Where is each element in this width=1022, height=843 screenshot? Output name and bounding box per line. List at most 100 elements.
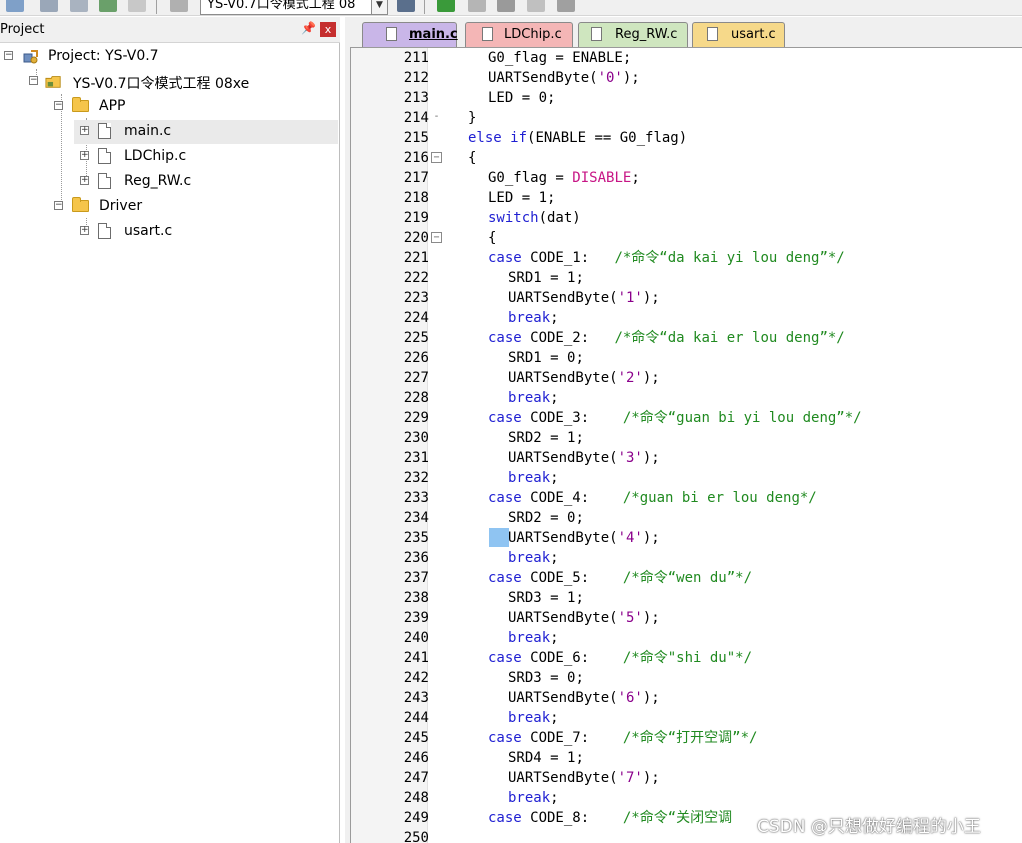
code-token: (dat) bbox=[538, 210, 581, 226]
tab-main-c[interactable]: main.c bbox=[362, 22, 458, 47]
code-editor[interactable]: 211 G0_flag = ENABLE; 212 UARTSendByte('0')… bbox=[350, 47, 1022, 843]
code-token: ); bbox=[642, 450, 660, 466]
expand-toggle[interactable]: + bbox=[80, 126, 89, 135]
line-number: 229 bbox=[403, 410, 429, 426]
chevron-down-icon[interactable]: ▼ bbox=[372, 0, 388, 15]
code-line[interactable]: 244 break; bbox=[351, 708, 1022, 728]
code-line[interactable]: 211 G0_flag = ENABLE; bbox=[351, 48, 1022, 68]
expand-toggle[interactable]: + bbox=[80, 151, 89, 160]
rebuild-icon[interactable] bbox=[40, 0, 58, 12]
code-line[interactable]: 242 SRD3 = 0; bbox=[351, 668, 1022, 688]
code-line[interactable]: 247 UARTSendByte('7'); bbox=[351, 768, 1022, 788]
tree-item-file[interactable]: + usart.c bbox=[74, 220, 338, 244]
close-panel-button[interactable]: x bbox=[320, 22, 336, 37]
code-line[interactable]: 221 case CODE_1: /*命令“da kai yi lou deng”… bbox=[351, 248, 1022, 268]
code-line[interactable]: 234 SRD2 = 0; bbox=[351, 508, 1022, 528]
code-line[interactable]: 235 UARTSendByte('4'); bbox=[351, 528, 1022, 548]
fold-toggle[interactable]: − bbox=[431, 232, 442, 243]
stop-build-icon[interactable] bbox=[99, 0, 117, 12]
tab-usart-c[interactable]: usart.c bbox=[692, 22, 785, 47]
target-folder-icon bbox=[45, 76, 61, 88]
tree-item-driver-group[interactable]: − Driver bbox=[0, 195, 340, 219]
code-token: ); bbox=[622, 70, 640, 86]
code-line[interactable]: 218 LED = 1; bbox=[351, 188, 1022, 208]
manage-components-icon[interactable] bbox=[397, 0, 415, 12]
code-line[interactable]: 212 UARTSendByte('0'); bbox=[351, 68, 1022, 88]
line-number: 237 bbox=[403, 570, 429, 586]
expand-toggle[interactable]: + bbox=[80, 176, 89, 185]
code-line[interactable]: 231 UARTSendByte('3'); bbox=[351, 448, 1022, 468]
code-line[interactable]: 219 switch(dat) bbox=[351, 208, 1022, 228]
project-window-icon[interactable] bbox=[437, 0, 455, 12]
line-number: 219 bbox=[403, 210, 429, 226]
code-token: ; bbox=[575, 590, 584, 606]
code-line[interactable]: 243 UARTSendByte('6'); bbox=[351, 688, 1022, 708]
settings-icon[interactable] bbox=[557, 0, 575, 12]
code-line[interactable]: 214-} bbox=[351, 108, 1022, 128]
comment: /*命令“guan bi yi lou deng”*/ bbox=[622, 410, 862, 426]
batch-build-icon[interactable] bbox=[70, 0, 88, 12]
code-text: LED = 1; bbox=[488, 188, 555, 208]
line-number: 225 bbox=[403, 330, 429, 346]
code-line[interactable]: 240 break; bbox=[351, 628, 1022, 648]
line-number: 213 bbox=[403, 90, 429, 106]
target-select[interactable]: YS-V0.7口令模式工程 08 bbox=[200, 0, 372, 15]
templates-window-icon[interactable] bbox=[527, 0, 545, 12]
expand-toggle[interactable]: + bbox=[80, 226, 89, 235]
code-line[interactable]: 229 case CODE_3: /*命令“guan bi yi lou deng… bbox=[351, 408, 1022, 428]
collapse-toggle[interactable]: − bbox=[54, 201, 63, 210]
tree-item-target[interactable]: − YS-V0.7口令模式工程 08xe bbox=[0, 70, 340, 94]
collapse-toggle[interactable]: − bbox=[54, 101, 63, 110]
code-line[interactable]: 228 break; bbox=[351, 388, 1022, 408]
keyword: switch bbox=[488, 210, 539, 226]
code-line[interactable]: 245 case CODE_7: /*命令“打开空调”*/ bbox=[351, 728, 1022, 748]
code-line[interactable]: 236 break; bbox=[351, 548, 1022, 568]
code-line[interactable]: 241 case CODE_6: /*命令"shi du"*/ bbox=[351, 648, 1022, 668]
tab-label: LDChip.c bbox=[504, 27, 562, 42]
code-line[interactable]: 222 SRD1 = 1; bbox=[351, 268, 1022, 288]
code-line[interactable]: 238 SRD3 = 1; bbox=[351, 588, 1022, 608]
books-window-icon[interactable] bbox=[468, 0, 486, 12]
code-line[interactable]: 237 case CODE_5: /*命令“wen du”*/ bbox=[351, 568, 1022, 588]
code-line[interactable]: 217 G0_flag = DISABLE; bbox=[351, 168, 1022, 188]
code-line[interactable]: 223 UARTSendByte('1'); bbox=[351, 288, 1022, 308]
code-line[interactable]: 224 break; bbox=[351, 308, 1022, 328]
macro: DISABLE bbox=[572, 170, 632, 186]
code-line[interactable]: 248 break; bbox=[351, 788, 1022, 808]
tree-item-file[interactable]: + LDChip.c bbox=[74, 145, 338, 169]
code-line[interactable]: 246 SRD4 = 1; bbox=[351, 748, 1022, 768]
code-line[interactable]: 225 case CODE_2: /*命令“da kai er lou deng”… bbox=[351, 328, 1022, 348]
line-number: 221 bbox=[403, 250, 429, 266]
fold-toggle[interactable]: − bbox=[431, 152, 442, 163]
target-options-icon[interactable] bbox=[170, 0, 188, 12]
code-line[interactable]: 215 else if(ENABLE == G0_flag) bbox=[351, 128, 1022, 148]
code-text: case CODE_5: /*命令“wen du”*/ bbox=[488, 568, 752, 588]
code-line[interactable]: 216− { bbox=[351, 148, 1022, 168]
tab-ldchip-c[interactable]: LDChip.c bbox=[465, 22, 573, 47]
code-line[interactable]: 227 UARTSendByte('2'); bbox=[351, 368, 1022, 388]
collapse-toggle[interactable]: − bbox=[29, 76, 38, 85]
code-line[interactable]: 226 SRD1 = 0; bbox=[351, 348, 1022, 368]
pin-icon[interactable]: 📌 bbox=[301, 21, 316, 35]
code-line[interactable]: 239 UARTSendByte('5'); bbox=[351, 608, 1022, 628]
code-line[interactable]: 220− { bbox=[351, 228, 1022, 248]
code-line[interactable]: 232 break; bbox=[351, 468, 1022, 488]
tab-reg-rw-c[interactable]: Reg_RW.c bbox=[578, 22, 688, 47]
tree-item-app-group[interactable]: − APP bbox=[0, 95, 340, 119]
download-icon[interactable] bbox=[128, 0, 146, 12]
code-token: UARTSendByte( bbox=[508, 290, 618, 306]
code-line[interactable]: 230 SRD2 = 1; bbox=[351, 428, 1022, 448]
tree-item-project[interactable]: − Project: YS-V0.7 bbox=[0, 45, 340, 69]
code-line[interactable]: 233 case CODE_4: /*guan bi er lou deng*/ bbox=[351, 488, 1022, 508]
code-token: UARTSendByte( bbox=[508, 690, 618, 706]
tree-item-file[interactable]: + main.c bbox=[74, 120, 338, 144]
tree-item-file[interactable]: + Reg_RW.c bbox=[74, 170, 338, 194]
line-number: 246 bbox=[403, 750, 429, 766]
code-line[interactable]: 213 LED = 0; bbox=[351, 88, 1022, 108]
build-icon[interactable] bbox=[6, 0, 24, 12]
functions-window-icon[interactable] bbox=[497, 0, 515, 12]
code-text: switch(dat) bbox=[488, 208, 581, 228]
tab-strip: main.c LDChip.c Reg_RW.c usart.c bbox=[345, 17, 1022, 47]
code-text: SRD2 = 0; bbox=[508, 508, 584, 528]
collapse-toggle[interactable]: − bbox=[4, 51, 13, 60]
